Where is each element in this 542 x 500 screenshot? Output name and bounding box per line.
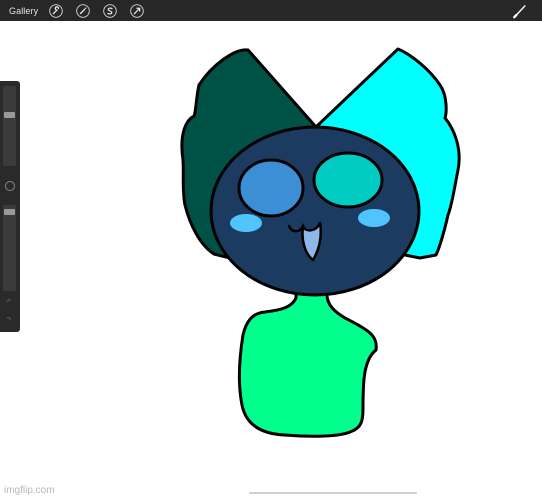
- procreate-app: Gallery ↶ ↷ imgflip.com: [0, 0, 542, 500]
- drawing-canvas[interactable]: [0, 21, 542, 500]
- gallery-button[interactable]: Gallery: [9, 6, 38, 16]
- home-indicator: [249, 492, 417, 494]
- selection-s-icon[interactable]: [102, 3, 118, 19]
- left-cheek: [230, 214, 262, 232]
- magic-wand-icon[interactable]: [75, 3, 91, 19]
- watermark: imgflip.com: [4, 485, 55, 496]
- arrow-cursor-icon[interactable]: [129, 3, 145, 19]
- left-eye: [237, 158, 305, 218]
- top-toolbar: Gallery: [0, 0, 542, 21]
- wrench-icon[interactable]: [48, 3, 64, 19]
- right-eye: [312, 151, 384, 209]
- right-cheek: [358, 209, 390, 227]
- brush-icon[interactable]: [512, 3, 528, 19]
- head: [209, 125, 421, 297]
- body: [237, 286, 378, 438]
